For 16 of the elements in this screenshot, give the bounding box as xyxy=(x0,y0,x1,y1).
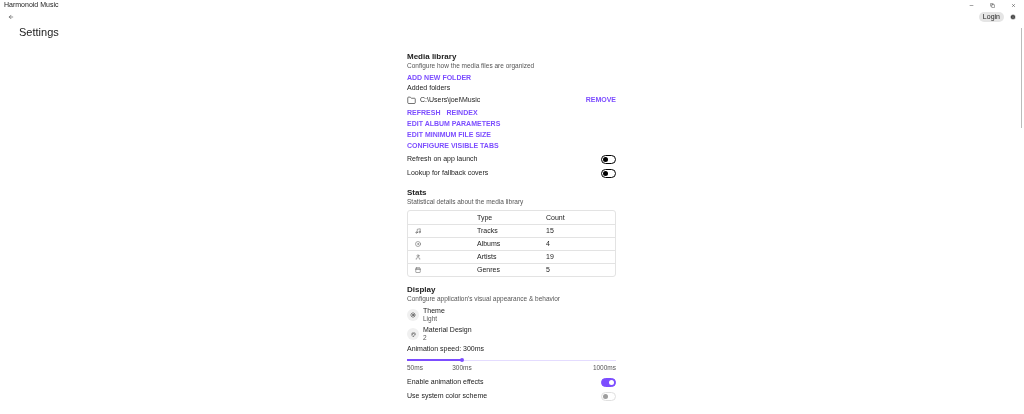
folder-icon xyxy=(407,95,416,105)
toggle-switch[interactable] xyxy=(601,154,616,164)
page-title: Settings xyxy=(19,24,59,40)
section-title: Display xyxy=(407,284,436,296)
close-icon[interactable] xyxy=(1011,2,1016,8)
slider-thumb[interactable] xyxy=(459,358,464,362)
section-title: Media library xyxy=(407,51,457,63)
disc-icon xyxy=(415,241,421,247)
calendar-icon xyxy=(415,267,421,273)
toggle-switch[interactable] xyxy=(601,377,616,387)
info-icon[interactable] xyxy=(1010,14,1016,20)
music-note-icon xyxy=(415,228,421,234)
section-title: Stats xyxy=(407,187,427,199)
toggle-switch[interactable] xyxy=(601,168,616,178)
minimize-icon[interactable] xyxy=(969,2,974,8)
back-arrow-icon[interactable] xyxy=(8,14,14,20)
